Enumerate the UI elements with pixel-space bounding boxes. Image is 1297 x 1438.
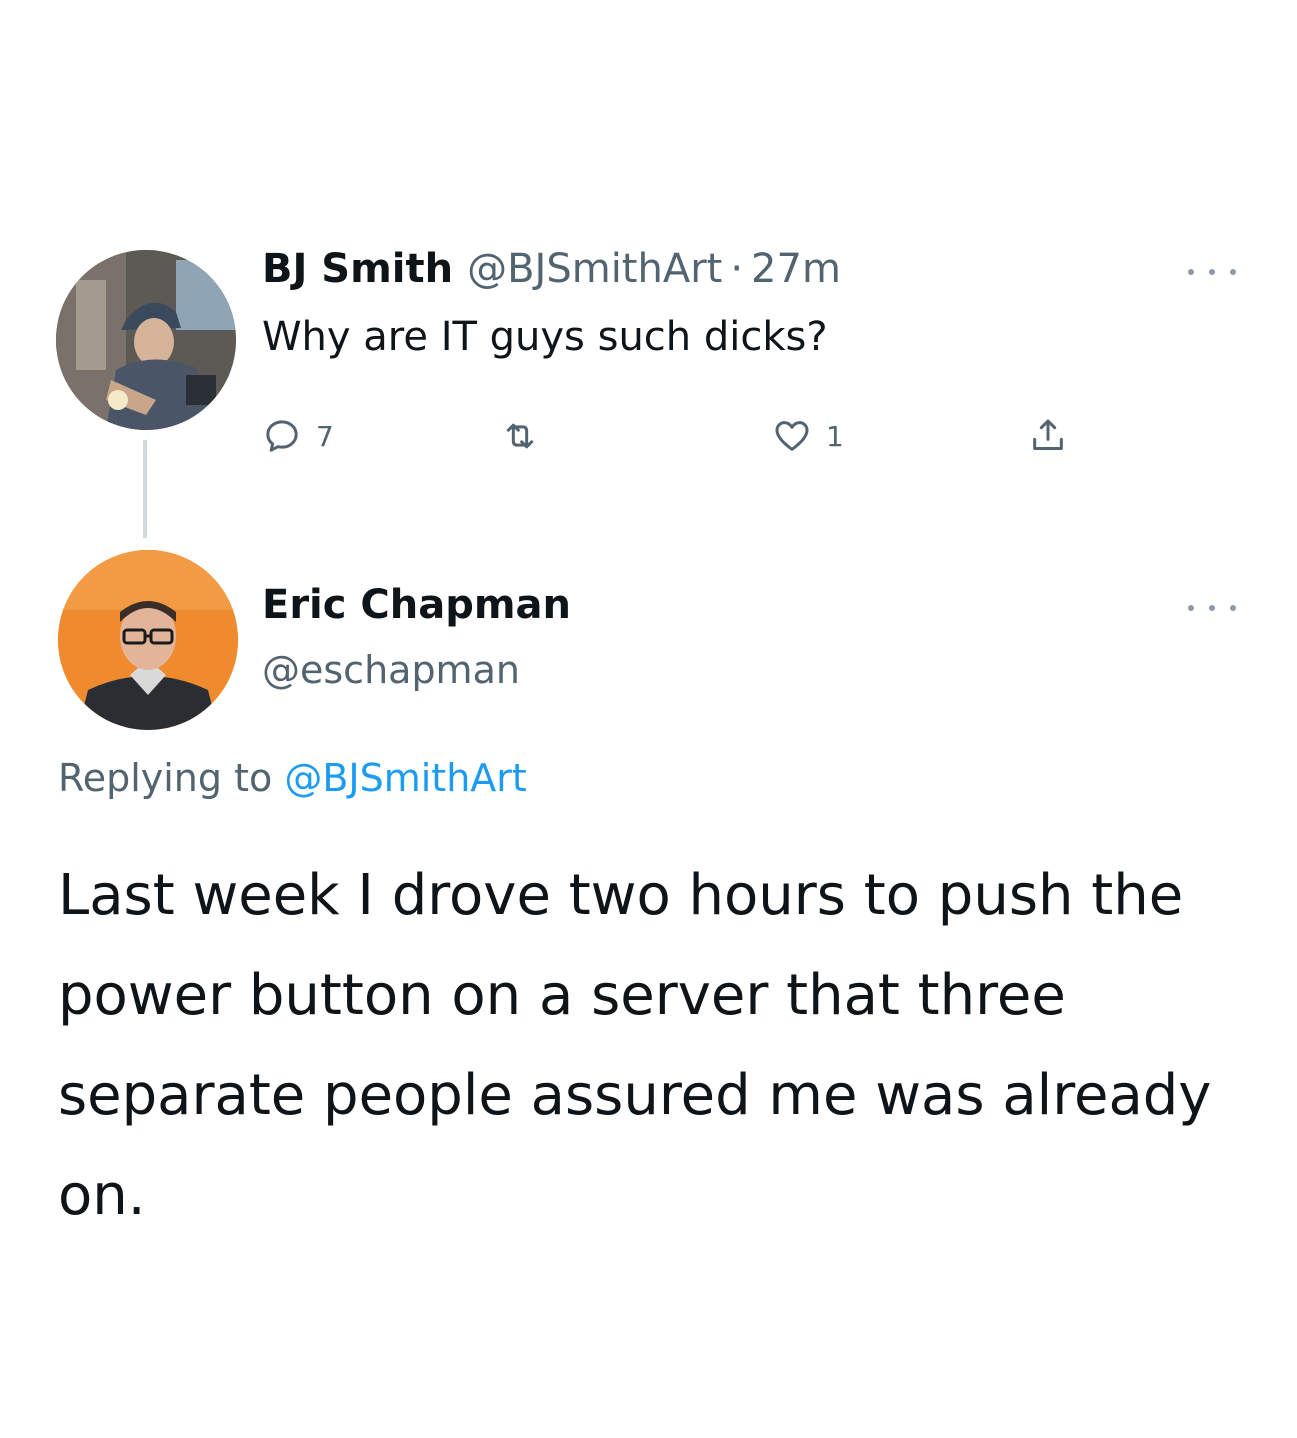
more-icon-dot (1209, 269, 1215, 275)
separator-dot: · (730, 246, 744, 292)
more-icon-dot (1230, 269, 1236, 275)
parent-tweet-text: Why are IT guys such dicks? (262, 314, 828, 360)
thread-connector-line (143, 440, 147, 538)
like-count: 1 (826, 419, 844, 453)
more-icon-dot (1230, 605, 1236, 611)
more-icon (1188, 269, 1194, 275)
parent-avatar-image (56, 250, 236, 430)
more-icon (1188, 605, 1194, 611)
like-button[interactable]: 1 (772, 408, 844, 464)
heart-icon (775, 421, 809, 451)
parent-tweet-header: BJ Smith @BJSmithArt · 27m (262, 246, 841, 306)
parent-tweet-actions: 7 1 (262, 408, 1102, 464)
reply-avatar-image (58, 550, 238, 730)
share-icon (1033, 419, 1063, 450)
share-button[interactable] (1028, 408, 1068, 464)
reply-icon (266, 420, 298, 452)
parent-avatar[interactable] (56, 250, 236, 430)
parent-author-name[interactable]: BJ Smith (262, 246, 453, 292)
reply-more-button[interactable] (1188, 598, 1236, 618)
parent-more-button[interactable] (1188, 262, 1236, 282)
reply-author-name[interactable]: Eric Chapman (262, 582, 571, 628)
reply-count: 7 (316, 419, 334, 453)
retweet-icon (506, 423, 534, 449)
replying-to-mention[interactable]: @BJSmithArt (284, 756, 526, 800)
parent-author-handle[interactable]: @BJSmithArt (467, 246, 722, 292)
more-icon-dot (1209, 605, 1215, 611)
tweet-screenshot: BJ Smith @BJSmithArt · 27m Why are IT gu… (0, 0, 1297, 1438)
replying-to-line: Replying to @BJSmithArt (58, 756, 527, 800)
replying-to-label: Replying to (58, 756, 273, 800)
reply-author-handle[interactable]: @eschapman (262, 648, 520, 692)
reply-tweet-text: Last week I drove two hours to push the … (58, 863, 1212, 1228)
reply-avatar[interactable] (58, 550, 238, 730)
retweet-button[interactable] (500, 408, 554, 464)
parent-tweet-timestamp[interactable]: 27m (751, 246, 841, 292)
reply-button[interactable]: 7 (262, 408, 334, 464)
